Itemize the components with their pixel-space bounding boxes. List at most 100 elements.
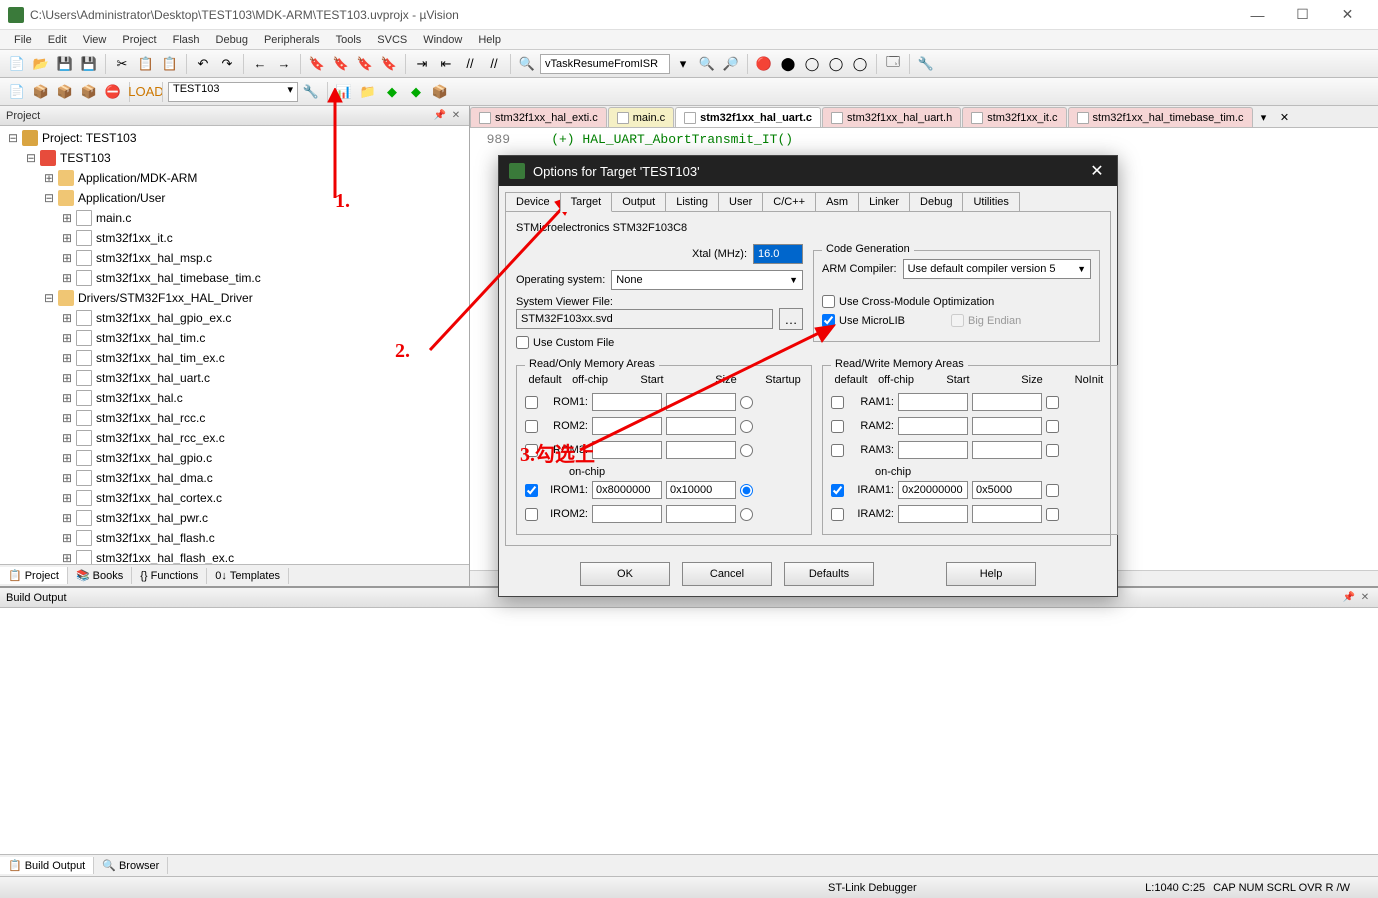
iram2-default-checkbox[interactable] <box>831 508 844 521</box>
ram3-size[interactable] <box>972 441 1042 459</box>
ram3-noinit[interactable] <box>1046 444 1059 457</box>
dlg-tab-user[interactable]: User <box>718 192 763 211</box>
file-extensions-icon[interactable]: 📁 <box>357 81 379 103</box>
close-button[interactable]: ✕ <box>1325 0 1370 30</box>
ram3-default-checkbox[interactable] <box>831 444 844 457</box>
find-in-files-icon[interactable]: 🔍 <box>696 53 718 75</box>
irom1-start[interactable] <box>592 481 662 499</box>
file-node[interactable]: stm32f1xx_hal_msp.c <box>96 251 212 265</box>
editor-tab[interactable]: main.c <box>608 107 674 127</box>
debug-icon[interactable]: 🔴 <box>753 53 775 75</box>
irom1-size[interactable] <box>666 481 736 499</box>
file-node[interactable]: main.c <box>96 211 131 225</box>
menu-flash[interactable]: Flash <box>165 32 208 48</box>
configure-icon[interactable]: 🔧 <box>915 53 937 75</box>
file-node[interactable]: stm32f1xx_hal_rcc_ex.c <box>96 431 225 445</box>
iram2-start[interactable] <box>898 505 968 523</box>
batch-build-icon[interactable]: 📦 <box>78 81 100 103</box>
tab-templates[interactable]: 0↓Templates <box>207 568 289 584</box>
pin-icon[interactable]: 📌 <box>1342 591 1356 605</box>
file-node[interactable]: stm32f1xx_hal_flash.c <box>96 531 215 545</box>
find-dropdown-icon[interactable]: ▾ <box>672 53 694 75</box>
irom2-start[interactable] <box>592 505 662 523</box>
paste-icon[interactable]: 📋 <box>159 53 181 75</box>
project-root[interactable]: Project: TEST103 <box>42 131 137 145</box>
bookmark-next-icon[interactable]: 🔖 <box>354 53 376 75</box>
rom2-size[interactable] <box>666 417 736 435</box>
new-file-icon[interactable]: 📄 <box>6 53 28 75</box>
cancel-button[interactable]: Cancel <box>682 562 772 586</box>
irom2-startup[interactable] <box>740 508 753 521</box>
undo-icon[interactable]: ↶ <box>192 53 214 75</box>
nav-forward-icon[interactable]: → <box>273 53 295 75</box>
svf-input[interactable] <box>516 309 773 329</box>
irom2-size[interactable] <box>666 505 736 523</box>
rom1-startup[interactable] <box>740 396 753 409</box>
maximize-button[interactable]: ☐ <box>1280 0 1325 30</box>
panel-close-icon[interactable]: ✕ <box>449 109 463 123</box>
file-node[interactable]: stm32f1xx_it.c <box>96 231 173 245</box>
dlg-tab-listing[interactable]: Listing <box>665 192 719 211</box>
editor-tab-active[interactable]: stm32f1xx_hal_uart.c <box>675 107 821 127</box>
ram2-size[interactable] <box>972 417 1042 435</box>
file-node[interactable]: stm32f1xx_hal_cortex.c <box>96 491 222 505</box>
menu-window[interactable]: Window <box>415 32 470 48</box>
target-options-icon[interactable]: 🔧 <box>300 81 322 103</box>
group-node[interactable]: Application/User <box>78 191 165 205</box>
ram1-default-checkbox[interactable] <box>831 396 844 409</box>
ok-button[interactable]: OK <box>580 562 670 586</box>
bookmark-prev-icon[interactable]: 🔖 <box>330 53 352 75</box>
manage-rte-icon[interactable]: ◆ <box>381 81 403 103</box>
comment-icon[interactable]: // <box>459 53 481 75</box>
menu-svcs[interactable]: SVCS <box>369 32 415 48</box>
select-packs-icon[interactable]: ◆ <box>405 81 427 103</box>
iram1-start[interactable] <box>898 481 968 499</box>
dlg-tab-cpp[interactable]: C/C++ <box>762 192 816 211</box>
help-button[interactable]: Help <box>946 562 1036 586</box>
menu-help[interactable]: Help <box>470 32 509 48</box>
ram1-start[interactable] <box>898 393 968 411</box>
group-node[interactable]: Application/MDK-ARM <box>78 171 197 185</box>
translate-icon[interactable]: 📄 <box>6 81 28 103</box>
menu-view[interactable]: View <box>75 32 115 48</box>
ram3-start[interactable] <box>898 441 968 459</box>
panel-close-icon[interactable]: ✕ <box>1358 591 1372 605</box>
menu-project[interactable]: Project <box>114 32 164 48</box>
rebuild-icon[interactable]: 📦 <box>54 81 76 103</box>
svf-browse-button[interactable]: … <box>779 308 803 330</box>
cross-module-checkbox[interactable] <box>822 295 835 308</box>
rom3-default-checkbox[interactable] <box>525 444 538 457</box>
dialog-close-icon[interactable]: ✕ <box>1087 161 1107 181</box>
tab-functions[interactable]: {}Functions <box>132 568 207 584</box>
manage-components-icon[interactable]: 📊 <box>333 81 355 103</box>
build-icon[interactable]: 📦 <box>30 81 52 103</box>
target-selector[interactable]: TEST103 ▾ <box>168 82 298 102</box>
iram2-size[interactable] <box>972 505 1042 523</box>
minimize-button[interactable]: — <box>1235 0 1280 30</box>
find-input[interactable] <box>540 54 670 74</box>
breakpoint-kill-icon[interactable]: ◯ <box>849 53 871 75</box>
ram1-noinit[interactable] <box>1046 396 1059 409</box>
save-icon[interactable]: 💾 <box>54 53 76 75</box>
dlg-tab-output[interactable]: Output <box>611 192 666 211</box>
arm-compiler-select[interactable]: Use default compiler version 5▼ <box>903 259 1091 279</box>
rom2-start[interactable] <box>592 417 662 435</box>
rom3-startup[interactable] <box>740 444 753 457</box>
dlg-tab-debug[interactable]: Debug <box>909 192 963 211</box>
file-node[interactable]: stm32f1xx_hal_pwr.c <box>96 511 208 525</box>
iram2-noinit[interactable] <box>1046 508 1059 521</box>
menu-peripherals[interactable]: Peripherals <box>256 32 328 48</box>
breakpoint-disable-icon[interactable]: ◯ <box>825 53 847 75</box>
microlib-checkbox[interactable] <box>822 314 835 327</box>
file-node[interactable]: stm32f1xx_hal_gpio_ex.c <box>96 311 231 325</box>
iram1-default-checkbox[interactable] <box>831 484 844 497</box>
iram1-size[interactable] <box>972 481 1042 499</box>
ram2-noinit[interactable] <box>1046 420 1059 433</box>
redo-icon[interactable]: ↷ <box>216 53 238 75</box>
rom2-startup[interactable] <box>740 420 753 433</box>
close-tab-icon[interactable]: ✕ <box>1275 107 1295 127</box>
tab-project[interactable]: 📋Project <box>0 567 68 584</box>
dlg-tab-device[interactable]: Device <box>505 192 561 211</box>
outdent-icon[interactable]: ⇤ <box>435 53 457 75</box>
file-node[interactable]: stm32f1xx_hal_timebase_tim.c <box>96 271 261 285</box>
